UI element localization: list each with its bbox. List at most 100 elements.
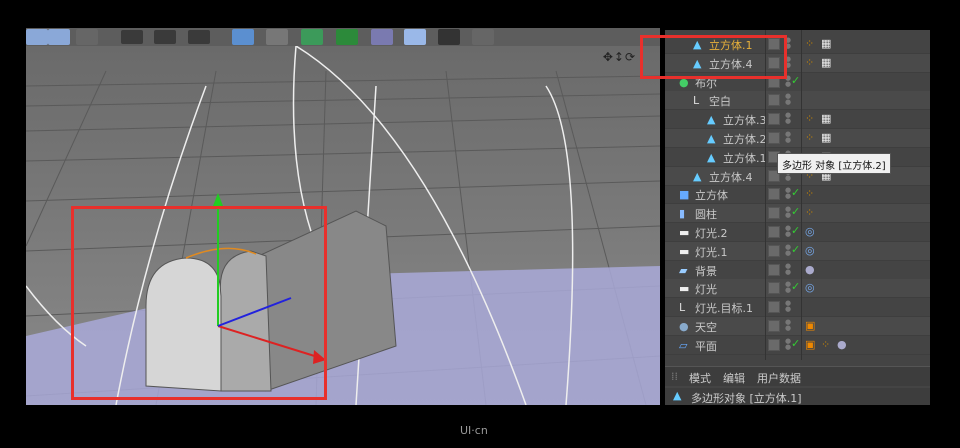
checker-tag-icon[interactable]: ▦ [821, 131, 835, 145]
layer-toggle[interactable] [768, 244, 780, 257]
object-name[interactable]: 平面 [695, 338, 717, 354]
visibility-dots[interactable]: ●● [785, 112, 791, 126]
visibility-dots[interactable]: ●● [785, 262, 791, 277]
enabled-check-icon[interactable]: ✓ [791, 186, 800, 199]
object-name[interactable]: 圆柱 [695, 206, 717, 222]
cube-tool-icon[interactable] [232, 29, 254, 45]
polygon-icon: ▲ [707, 132, 716, 145]
layer-toggle[interactable] [768, 263, 780, 276]
watermark-logo: UI·cn [460, 424, 488, 437]
viewport-header: ✥↕⟳ [26, 46, 660, 70]
object-row[interactable]: ▱ 平面 ● ● ✓ ▣ ⁘ ● [665, 336, 930, 355]
visibility-dots[interactable]: ●● [785, 337, 791, 352]
object-name[interactable]: 立方体.4 [709, 169, 753, 185]
object-name[interactable]: 灯光.目标.1 [695, 300, 753, 316]
object-row[interactable]: ▲ 立方体.3 ● ● ⁘ ▦ [665, 110, 930, 130]
visibility-dots[interactable]: ●● [785, 93, 791, 107]
visibility-dots[interactable]: ●● [785, 319, 791, 333]
object-name[interactable]: 立方体.2 [723, 131, 767, 147]
visibility-dots[interactable]: ●● [785, 187, 791, 201]
tooltip: 多边形 对象 [立方体.2] [777, 153, 891, 174]
enabled-check-icon[interactable]: ✓ [791, 224, 800, 237]
navigation-icons[interactable]: ✥↕⟳ [603, 50, 636, 64]
enabled-check-icon[interactable]: ✓ [791, 280, 800, 293]
target-tag-icon[interactable]: ◎ [805, 281, 819, 295]
material-tag-icon[interactable]: ● [805, 263, 819, 277]
render-button[interactable] [154, 30, 176, 44]
compositing-tag-icon[interactable]: ▣ [805, 338, 819, 352]
object-row[interactable]: L 灯光.目标.1 ● ● [665, 298, 930, 318]
checker-tag-icon[interactable]: ▦ [821, 112, 835, 126]
object-name[interactable]: 灯光.2 [695, 225, 728, 241]
camera-tool-icon[interactable] [438, 29, 460, 45]
compositing-tag-icon[interactable]: ▣ [805, 319, 819, 333]
visibility-dots[interactable]: ●● [785, 281, 791, 295]
render-settings-button[interactable] [188, 30, 210, 44]
visibility-dots[interactable]: ●● [785, 206, 791, 220]
object-row[interactable]: ▮ 圆柱 ● ● ✓ ⁘ [665, 204, 930, 224]
enabled-check-icon[interactable]: ✓ [791, 243, 800, 256]
layer-toggle[interactable] [768, 226, 780, 238]
checker-tag-icon[interactable]: ▦ [821, 37, 835, 51]
object-row[interactable]: ■ 立方体 ● ● ✓ ⁘ [665, 185, 930, 205]
target-tag-icon[interactable]: ◎ [805, 225, 819, 239]
object-row[interactable]: L 空白 ● ● [665, 91, 930, 111]
phong-tag-icon[interactable]: ⁘ [805, 206, 819, 220]
layer-toggle[interactable] [768, 113, 780, 126]
object-name[interactable]: 立方体.3 [723, 112, 767, 128]
phong-tag-icon[interactable]: ⁘ [805, 56, 819, 70]
phong-tag-icon[interactable]: ⁘ [805, 37, 819, 51]
undo-icon[interactable] [26, 29, 48, 45]
nurbs-tool-icon[interactable] [301, 29, 323, 45]
layer-toggle[interactable] [768, 301, 780, 314]
layer-toggle[interactable] [768, 338, 780, 351]
tab-mode[interactable]: 模式 [689, 370, 711, 386]
layer-toggle[interactable] [768, 188, 780, 201]
phong-tag-icon[interactable]: ⁘ [805, 131, 819, 145]
layer-toggle[interactable] [768, 282, 780, 295]
layer-toggle[interactable] [768, 132, 780, 144]
render-view-button[interactable] [121, 30, 143, 44]
redo-icon[interactable] [48, 29, 70, 45]
deformer-tool-icon[interactable] [371, 29, 393, 45]
tab-edit[interactable]: 编辑 [723, 370, 745, 386]
phong-tag-icon[interactable]: ⁘ [805, 112, 819, 126]
polygon-icon: ▲ [707, 150, 716, 164]
object-name[interactable]: 立方体 [695, 187, 728, 203]
layer-toggle[interactable] [768, 320, 780, 332]
tab-user-data[interactable]: 用户数据 [757, 370, 801, 386]
object-row[interactable]: ▬ 灯光 ● ● ✓ ◎ [665, 279, 930, 299]
layer-toggle[interactable] [768, 94, 780, 107]
object-row[interactable]: ▲ 立方体.2 ● ● ⁘ ▦ [665, 129, 930, 148]
visibility-dots[interactable]: ●● [785, 225, 791, 239]
object-row[interactable]: ▰ 背景 ● ● ● [665, 261, 930, 280]
object-name[interactable]: 灯光 [695, 281, 717, 297]
floor-tool-icon[interactable] [404, 29, 426, 45]
visibility-dots[interactable]: ●● [785, 300, 791, 314]
object-row[interactable]: ● 天空 ● ● ▣ [665, 317, 930, 336]
light-tool-icon[interactable] [472, 29, 494, 45]
object-name[interactable]: 灯光.1 [695, 244, 728, 260]
visibility-dots[interactable]: ●● [785, 243, 791, 258]
object-row[interactable]: ▬ 灯光.2 ● ● ✓ ◎ [665, 223, 930, 242]
object-name[interactable]: 天空 [695, 319, 717, 335]
object-name[interactable]: 空白 [709, 93, 731, 109]
phong-tag-icon[interactable]: ⁘ [821, 338, 835, 352]
coordinate-icon[interactable] [76, 29, 98, 45]
layer-toggle[interactable] [768, 207, 780, 220]
object-name[interactable]: 立方体.1 [723, 150, 767, 166]
enabled-check-icon[interactable]: ✓ [791, 205, 800, 218]
enabled-check-icon[interactable]: ✓ [791, 74, 800, 87]
object-manager: ▲ 立方体.1 ● ● ⁘ ▦ ▲ 立方体.4 ● ● ⁘ ▦ ● 布尔 ● ● ✓ L 空白 ● ● ▲ 立方体.3 ● ● ⁘… [665, 30, 930, 405]
spline-tool-icon[interactable] [266, 29, 288, 45]
enabled-check-icon[interactable]: ✓ [791, 337, 800, 350]
object-row[interactable]: ▬ 灯光.1 ● ● ✓ ◎ [665, 241, 930, 261]
target-tag-icon[interactable]: ◎ [805, 244, 819, 258]
background-icon: ▰ [679, 263, 688, 277]
checker-tag-icon[interactable]: ▦ [821, 56, 835, 70]
object-name[interactable]: 背景 [695, 263, 717, 279]
array-tool-icon[interactable] [336, 29, 358, 45]
phong-tag-icon[interactable]: ⁘ [805, 187, 819, 201]
material-tag-icon[interactable]: ● [837, 338, 851, 352]
visibility-dots[interactable]: ●● [785, 131, 791, 145]
